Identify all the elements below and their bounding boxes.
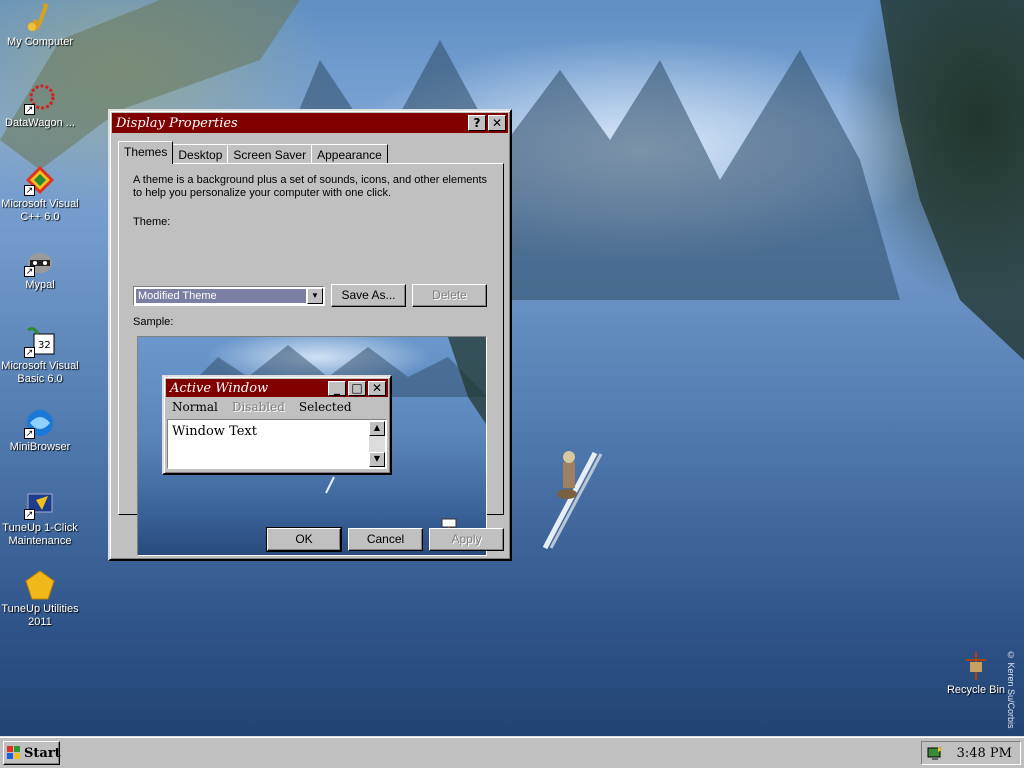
desktop-icon-label: Microsoft Visual C++ 6.0 (1, 198, 79, 223)
sample-scrollbar: ▲ ▼ (369, 421, 385, 467)
tab-strip: Themes Desktop Screen Saver Appearance (118, 141, 388, 164)
desktop-icon-minibrowser[interactable]: ↗ MiniBrowser (0, 407, 80, 454)
desktop-icon-my-computer[interactable]: My Computer (0, 2, 80, 49)
sample-text-area: Window Text ▲ ▼ (167, 419, 387, 469)
network-tray-icon[interactable] (926, 744, 944, 762)
dialog-title-bar[interactable]: Display Properties ? ✕ (112, 113, 508, 133)
sample-window-title-bar: Active Window _ □ ✕ (166, 379, 388, 397)
maximize-icon: □ (348, 380, 366, 396)
desktop-icon-label: My Computer (6, 36, 74, 48)
theme-dropdown[interactable]: Modified Theme ▼ (133, 286, 325, 306)
start-label: Start (24, 745, 61, 761)
sample-window-text: Window Text (172, 424, 257, 439)
bamboo-raft (542, 451, 603, 550)
minibrowser-icon: ↗ (24, 407, 56, 439)
start-button[interactable]: Start (3, 741, 61, 765)
tab-desktop[interactable]: Desktop (172, 144, 229, 164)
sample-menu-disabled: Disabled (231, 400, 285, 414)
desktop-icon-label: TuneUp Utilities 2011 (1, 603, 79, 628)
shortcut-arrow-icon: ↗ (24, 266, 35, 277)
chevron-down-icon[interactable]: ▼ (307, 288, 323, 304)
windows-logo-icon (7, 746, 21, 760)
visual-basic-icon: 32 ↗ (24, 326, 56, 358)
theme-sample-preview: Active Window _ □ ✕ Normal Disabled Sele… (137, 336, 487, 556)
help-button[interactable]: ? (468, 115, 486, 131)
dialog-title: Display Properties (116, 115, 238, 131)
apply-button[interactable]: Apply (429, 528, 504, 551)
desktop-icon-tuneup-utilities[interactable]: TuneUp Utilities 2011 (0, 569, 80, 629)
shortcut-arrow-icon: ↗ (24, 185, 35, 196)
sample-menu-normal: Normal (172, 400, 218, 414)
recycle-bin-icon (960, 650, 992, 682)
delete-button[interactable]: Delete (412, 284, 487, 307)
taskbar: Start 3:48 PM (0, 736, 1024, 768)
save-as-button[interactable]: Save As... (331, 284, 406, 307)
close-button[interactable]: ✕ (488, 115, 506, 131)
desktop-icon-label: DataWagon ... (5, 117, 75, 129)
display-properties-dialog: Display Properties ? ✕ Themes Desktop Sc… (108, 109, 512, 561)
visual-cpp-icon: ↗ (24, 164, 56, 196)
desktop-icon-label: Microsoft Visual Basic 6.0 (1, 360, 79, 385)
shortcut-arrow-icon: ↗ (24, 428, 35, 439)
sample-window-title: Active Window (170, 380, 269, 396)
desktop-icon-datawagon[interactable]: ↗ DataWagon ... (0, 83, 80, 130)
tab-appearance[interactable]: Appearance (311, 144, 388, 164)
minimize-icon: _ (328, 380, 346, 396)
system-tray: 3:48 PM (921, 741, 1021, 765)
desktop-icon-mypal[interactable]: ↗ Mypal (0, 245, 80, 292)
theme-label: Theme: (133, 216, 171, 228)
theme-dropdown-value: Modified Theme (136, 289, 306, 303)
datawagon-icon: ↗ (24, 83, 56, 115)
sample-label: Sample: (133, 316, 174, 328)
desktop-icon-label: MiniBrowser (9, 441, 71, 453)
shortcut-arrow-icon: ↗ (24, 347, 35, 358)
saxophone-icon (24, 2, 56, 34)
desktop-icon-visual-basic[interactable]: 32 ↗ Microsoft Visual Basic 6.0 (0, 326, 80, 386)
desktop-icon-tuneup-maintenance[interactable]: ↗ TuneUp 1-Click Maintenance (0, 488, 80, 548)
scroll-up-icon: ▲ (369, 421, 385, 436)
desktop-icon-label: Mypal (25, 279, 55, 291)
theme-description: A theme is a background plus a set of so… (133, 174, 488, 199)
svg-text:32: 32 (38, 340, 51, 351)
scroll-down-icon: ▼ (369, 452, 385, 467)
cancel-button[interactable]: Cancel (348, 528, 423, 551)
desktop-icon-visual-cpp[interactable]: ↗ Microsoft Visual C++ 6.0 (0, 164, 80, 224)
shortcut-arrow-icon: ↗ (24, 104, 35, 115)
tab-themes[interactable]: Themes (118, 141, 174, 164)
desktop-icon-label: Recycle Bin (946, 684, 1006, 696)
sample-active-window: Active Window _ □ ✕ Normal Disabled Sele… (162, 375, 392, 475)
tuneup-maintenance-icon: ↗ (24, 488, 56, 520)
shortcut-arrow-icon: ↗ (24, 509, 35, 520)
clock[interactable]: 3:48 PM (957, 746, 1012, 761)
raccoon-icon: ↗ (24, 245, 56, 277)
tuneup-utilities-icon (24, 569, 56, 601)
desktop-icon-label: TuneUp 1-Click Maintenance (2, 522, 78, 547)
ok-button[interactable]: OK (266, 527, 342, 552)
tab-screen-saver[interactable]: Screen Saver (227, 144, 313, 164)
desktop: © Keren Su/Corbis My Computer ↗ DataWago… (0, 0, 1024, 736)
desktop-icon-recycle-bin[interactable]: Recycle Bin (936, 650, 1016, 697)
sample-menu-selected: Selected (298, 400, 352, 414)
close-icon: ✕ (368, 380, 386, 396)
sample-menu-bar: Normal Disabled Selected (164, 399, 390, 415)
themes-panel: A theme is a background plus a set of so… (118, 163, 504, 556)
